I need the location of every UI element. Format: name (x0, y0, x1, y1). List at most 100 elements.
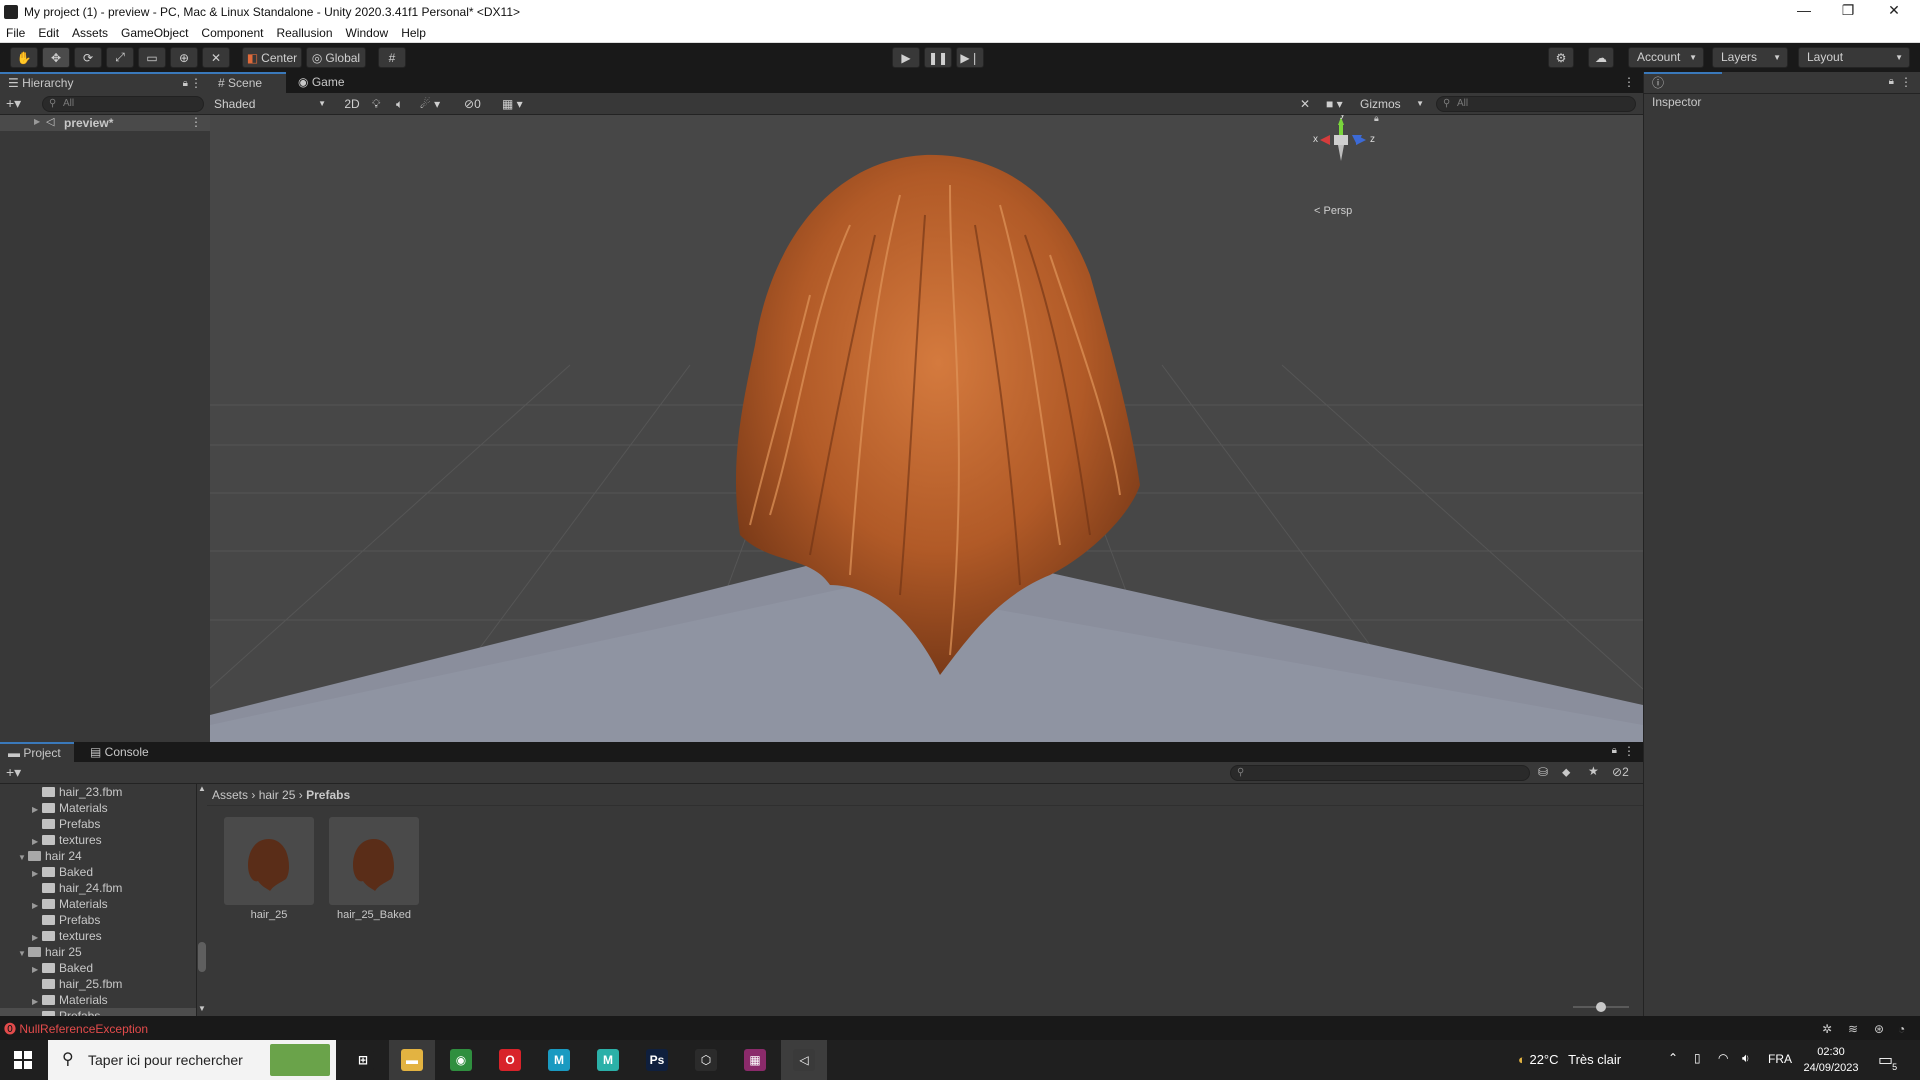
draw-mode-dropdown[interactable]: Shaded ▼ (214, 95, 330, 113)
move-tool-icon[interactable]: ✥ (42, 47, 70, 68)
maya-lt-icon[interactable]: M (585, 1040, 631, 1080)
audio-icon[interactable]: 🔈︎ (396, 95, 403, 113)
tree-row[interactable]: Prefabs (0, 816, 196, 832)
kebab-menu-icon[interactable]: ⋮ (190, 74, 202, 93)
projection-toggle[interactable]: < Persp (1314, 205, 1352, 217)
battery-icon[interactable]: ▯ (1694, 1051, 1701, 1065)
transform-tool-icon[interactable]: ⊕ (170, 47, 198, 68)
scene-menu-icon[interactable]: ⋮ (190, 115, 202, 129)
toggle-2d-button[interactable]: 2D (340, 95, 364, 113)
tab-game[interactable]: ◉ Game (290, 72, 360, 93)
progress-icon[interactable]: ◔ (1898, 1018, 1905, 1040)
tree-scrollbar[interactable]: ▲ ▼ (197, 784, 207, 1016)
filter-by-label-icon[interactable]: ⬥ (1562, 765, 1570, 780)
lighting-icon[interactable]: 💡︎ (372, 95, 380, 113)
file-explorer-icon[interactable]: ▬ (389, 1040, 435, 1080)
gizmos-dropdown[interactable]: Gizmos ▼ (1360, 95, 1428, 113)
project-search-input[interactable]: ⚲ (1230, 765, 1530, 781)
gizmo-lock-icon[interactable]: 🔒︎ (1374, 115, 1379, 124)
lock-icon[interactable]: 🔒︎ (183, 74, 188, 93)
tree-row[interactable]: hair_23.fbm (0, 784, 196, 800)
breadcrumb-prefabs[interactable]: Prefabs (306, 788, 350, 802)
maya-icon[interactable]: M (536, 1040, 582, 1080)
debug-icon[interactable]: ✲ (1822, 1018, 1832, 1040)
tree-row[interactable]: Prefabs (0, 912, 196, 928)
asset-tile[interactable]: hair_25 (224, 817, 314, 921)
create-asset-button[interactable]: +▾ (6, 764, 21, 781)
photoshop-icon[interactable]: Ps (634, 1040, 680, 1080)
scroll-down-icon[interactable]: ▼ (198, 1004, 206, 1013)
maximize-button[interactable]: ❐ (1826, 0, 1870, 23)
taskbar-search-input[interactable]: ⚲ Taper ici pour rechercher (48, 1040, 336, 1080)
expand-arrow-icon[interactable]: ▶ (34, 117, 40, 126)
menu-reallusion[interactable]: Reallusion (276, 26, 332, 40)
tree-row[interactable]: hair_25.fbm (0, 976, 196, 992)
asset-tile[interactable]: hair_25_Baked (329, 817, 419, 921)
task-view-icon[interactable]: ⊞ (340, 1040, 386, 1080)
scene-viewport[interactable]: y x z 🔒︎ < Persp (210, 115, 1643, 742)
error-message[interactable]: NullReferenceException (19, 1022, 148, 1036)
tab-hierarchy[interactable]: ☰ Hierarchy 🔒︎ ⋮ (0, 72, 210, 93)
camera-icon[interactable]: ■ ▾ (1326, 95, 1343, 113)
tab-console[interactable]: ▤ Console (82, 742, 166, 763)
thumbnail-size-slider[interactable] (1573, 1002, 1629, 1012)
orientation-gizmo[interactable]: y x z 🔒︎ (1300, 115, 1380, 195)
menu-gameobject[interactable]: GameObject (121, 26, 188, 40)
winrar-icon[interactable]: ▦ (732, 1040, 778, 1080)
windows-start-icon[interactable] (0, 1040, 46, 1080)
tab-inspector[interactable]: ⓘ Inspector (1644, 72, 1722, 109)
custom-tool-icon[interactable]: ✕ (202, 47, 230, 68)
tree-row[interactable]: ▶ Materials (0, 896, 196, 912)
tree-row[interactable]: Prefabs (0, 1008, 196, 1016)
scene-kebab-icon[interactable]: ⋮ (1623, 75, 1635, 89)
scroll-up-icon[interactable]: ▲ (198, 784, 206, 793)
volume-icon[interactable]: 🔉︎ (1742, 1051, 1750, 1066)
tab-project[interactable]: ▬ Project (0, 742, 74, 763)
cache-icon[interactable]: ≋ (1848, 1018, 1858, 1040)
hierarchy-scene-row[interactable]: ▶ ◁ preview* ⋮ (0, 115, 210, 131)
tools-icon[interactable]: ✕ (1300, 95, 1310, 113)
pivot-global-toggle[interactable]: ◎ Global (306, 47, 366, 68)
effects-icon[interactable]: ☄ ▾ (420, 95, 440, 113)
tree-row[interactable]: ▶ textures (0, 928, 196, 944)
rotate-tool-icon[interactable]: ⟳ (74, 47, 102, 68)
unity-editor-icon[interactable]: ◁ (781, 1040, 827, 1080)
step-button[interactable]: ▶❘ (956, 47, 984, 68)
clock[interactable]: 02:30 24/09/2023 (1800, 1044, 1862, 1076)
inspector-lock-icon[interactable]: 🔒︎ (1889, 76, 1894, 87)
weather-widget[interactable]: ◐ 22°C Très clair (1518, 1040, 1621, 1080)
favorite-star-icon[interactable]: ★ (1588, 764, 1599, 778)
menu-help[interactable]: Help (401, 26, 426, 40)
wifi-icon[interactable]: ◠ (1718, 1051, 1728, 1065)
tree-row[interactable]: ▶ textures (0, 832, 196, 848)
scene-search-input[interactable]: ⚲ All (1436, 96, 1636, 112)
minimize-button[interactable]: — (1782, 0, 1826, 23)
grid-settings-icon[interactable]: ▦ ▾ (502, 95, 523, 113)
scroll-thumb[interactable] (198, 942, 206, 972)
tree-row[interactable]: ▶ Materials (0, 992, 196, 1008)
menu-assets[interactable]: Assets (72, 26, 108, 40)
inspector-kebab-icon[interactable]: ⋮ (1900, 75, 1912, 89)
slider-knob[interactable] (1596, 1002, 1606, 1012)
filter-by-type-icon[interactable]: ⛁ (1538, 765, 1548, 779)
menu-window[interactable]: Window (346, 26, 389, 40)
notification-center-icon[interactable]: ▭ 5 (1878, 1050, 1897, 1072)
grid-snap-icon[interactable]: # (378, 47, 406, 68)
account-dropdown[interactable]: Account ▼ (1628, 47, 1704, 68)
tree-row[interactable]: ▶ Baked (0, 960, 196, 976)
tree-row[interactable]: ▶ Baked (0, 864, 196, 880)
menu-component[interactable]: Component (201, 26, 263, 40)
menu-edit[interactable]: Edit (38, 26, 59, 40)
pivot-center-toggle[interactable]: ◧ Center (242, 47, 302, 68)
scale-tool-icon[interactable]: ⤢ (106, 47, 134, 68)
tab-scene[interactable]: # Scene (210, 72, 286, 93)
close-button[interactable]: ✕ (1872, 0, 1916, 23)
tree-row[interactable]: hair_24.fbm (0, 880, 196, 896)
tray-chevron-icon[interactable]: ⌃ (1668, 1051, 1678, 1065)
tree-row[interactable]: ▶ Materials (0, 800, 196, 816)
pause-button[interactable]: ❚❚ (924, 47, 952, 68)
opera-icon[interactable]: O (487, 1040, 533, 1080)
play-button[interactable]: ▶ (892, 47, 920, 68)
autogen-lighting-icon[interactable]: ⊛ (1874, 1018, 1884, 1040)
rect-tool-icon[interactable]: ▭ (138, 47, 166, 68)
